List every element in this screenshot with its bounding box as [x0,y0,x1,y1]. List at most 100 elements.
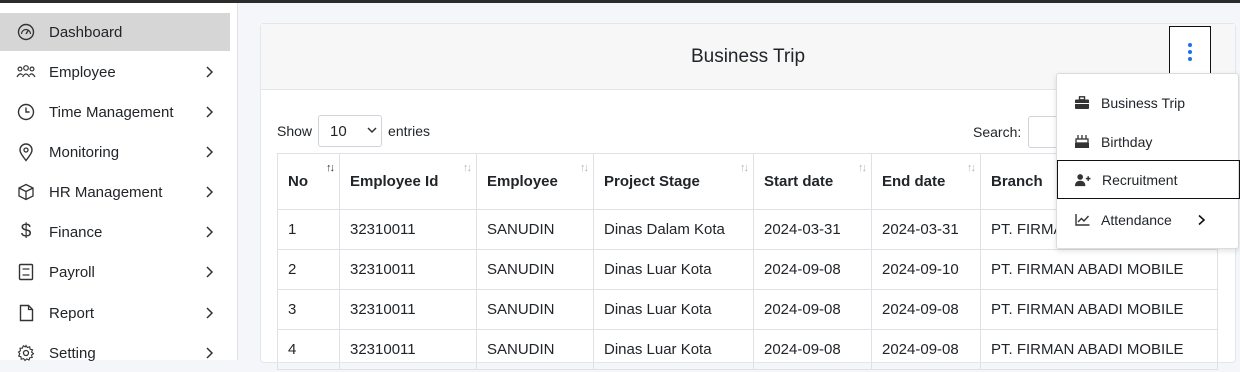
entries-select[interactable]: 10 [318,115,383,147]
briefcase-icon [1074,95,1090,111]
entries-value: 10 [330,122,347,140]
sort-icon: ↑↓ [463,162,472,174]
sidebar-item-label: Employee [49,63,116,81]
cell-employee-id: 32310011 [339,249,477,290]
search-label: Search: [973,124,1022,140]
sort-icon: ↑↓ [580,162,589,174]
cell-employee-id: 32310011 [339,289,477,330]
sidebar-item-label: HR Management [49,183,163,201]
sidebar-item-label: Setting [49,344,96,362]
chevron-right-icon [1198,214,1206,225]
chart-line-icon [1074,212,1090,228]
sidebar-item-finance[interactable]: $ Finance [0,213,230,251]
entries-label: entries [388,123,431,139]
sidebar-item-label: Report [49,304,95,322]
cell-start-date: 2024-09-08 [753,249,872,290]
column-header-start-date[interactable]: Start date ↑↓ [753,153,872,210]
clock-icon [16,102,36,122]
cell-end-date: 2024-03-31 [871,209,981,250]
cell-project-stage: Dinas Luar Kota [593,249,754,290]
cell-branch: PT. FIRMAN ABADI MOBILE [980,249,1218,290]
sort-icon: ↑↓ [740,162,749,174]
cell-project-stage: Dinas Luar Kota [593,329,754,370]
receipt-icon [16,262,36,282]
menu-item-attendance[interactable]: Attendance [1057,200,1240,239]
cell-no: 1 [277,209,340,250]
cell-employee-id: 32310011 [339,209,477,250]
sidebar-item-label: Payroll [49,263,95,281]
column-header-end-date[interactable]: End date ↑↓ [871,153,981,210]
more-options-button[interactable] [1169,26,1211,78]
cell-branch: PT. FIRMAN ABADI MOBILE [980,289,1218,330]
cell-branch: PT. FIRMAN ABADI MOBILE [980,329,1218,370]
gear-icon [16,343,36,363]
dashboard-gauge-icon [16,22,36,42]
table-row: 2 32310011 SANUDIN Dinas Luar Kota 2024-… [277,249,1218,290]
chevron-right-icon [206,146,214,158]
sidebar-item-employee[interactable]: Employee [0,53,230,91]
sidebar-item-setting[interactable]: Setting [0,334,230,372]
chevron-right-icon [206,266,214,278]
cell-employee-id: 32310011 [339,329,477,370]
column-header-employee-id[interactable]: Employee Id ↑↓ [339,153,477,210]
sidebar-item-label: Dashboard [49,23,123,41]
sidebar: Dashboard Employee Time Management Monit… [0,3,238,362]
sort-icon: ↑↓ [967,162,976,174]
sidebar-item-dashboard[interactable]: Dashboard [0,13,230,51]
cell-employee: SANUDIN [476,249,594,290]
sidebar-item-label: Monitoring [49,143,120,161]
dollar-icon: $ [20,221,32,242]
column-header-employee[interactable]: Employee ↑↓ [476,153,594,210]
chevron-right-icon [206,347,214,359]
cell-employee: SANUDIN [476,209,594,250]
sidebar-item-payroll[interactable]: Payroll [0,253,230,291]
cell-end-date: 2024-09-10 [871,249,981,290]
chevron-down-icon [367,127,377,134]
column-header-project-stage[interactable]: Project Stage ↑↓ [593,153,754,210]
sidebar-item-time-management[interactable]: Time Management [0,93,230,131]
chevron-right-icon [206,307,214,319]
chevron-right-icon [206,186,214,198]
menu-item-birthday[interactable]: Birthday [1057,122,1240,161]
kebab-dot-icon [1188,43,1192,47]
sidebar-item-hr-management[interactable]: HR Management [0,173,230,211]
sort-icon: ↑↓ [858,162,867,174]
people-icon [16,62,36,82]
chevron-right-icon [206,66,214,78]
user-plus-icon [1075,172,1091,188]
cell-start-date: 2024-09-08 [753,329,872,370]
options-dropdown-menu: Business Trip Birthday Recruitment Atten… [1056,73,1240,249]
cube-icon [16,182,36,202]
cell-no: 2 [277,249,340,290]
cake-icon [1074,134,1090,150]
cell-no: 4 [277,329,340,370]
column-header-no[interactable]: No ↑↓ [277,153,340,210]
cell-employee: SANUDIN [476,329,594,370]
sidebar-item-label: Finance [49,223,103,241]
sidebar-item-monitoring[interactable]: Monitoring [0,133,230,171]
chevron-right-icon [206,226,214,238]
cell-project-stage: Dinas Luar Kota [593,289,754,330]
table-row: 4 32310011 SANUDIN Dinas Luar Kota 2024-… [277,329,1218,370]
cell-project-stage: Dinas Dalam Kota [593,209,754,250]
card-title: Business Trip [690,46,806,67]
sort-icon: ↑↓ [326,162,335,174]
cell-end-date: 2024-09-08 [871,329,981,370]
file-icon [16,303,36,323]
cell-start-date: 2024-03-31 [753,209,872,250]
cell-no: 3 [277,289,340,330]
cell-start-date: 2024-09-08 [753,289,872,330]
chevron-right-icon [206,106,214,118]
cell-end-date: 2024-09-08 [871,289,981,330]
map-pin-icon [16,142,36,162]
table-row: 3 32310011 SANUDIN Dinas Luar Kota 2024-… [277,289,1218,330]
kebab-dot-icon [1188,50,1192,54]
sidebar-item-label: Time Management [49,103,174,121]
menu-item-business-trip[interactable]: Business Trip [1057,83,1240,122]
kebab-dot-icon [1188,57,1192,61]
show-label: Show [277,123,313,139]
cell-employee: SANUDIN [476,289,594,330]
sidebar-item-report[interactable]: Report [0,294,230,332]
entries-control: Show 10 entries [277,115,430,147]
menu-item-recruitment[interactable]: Recruitment [1057,160,1240,199]
